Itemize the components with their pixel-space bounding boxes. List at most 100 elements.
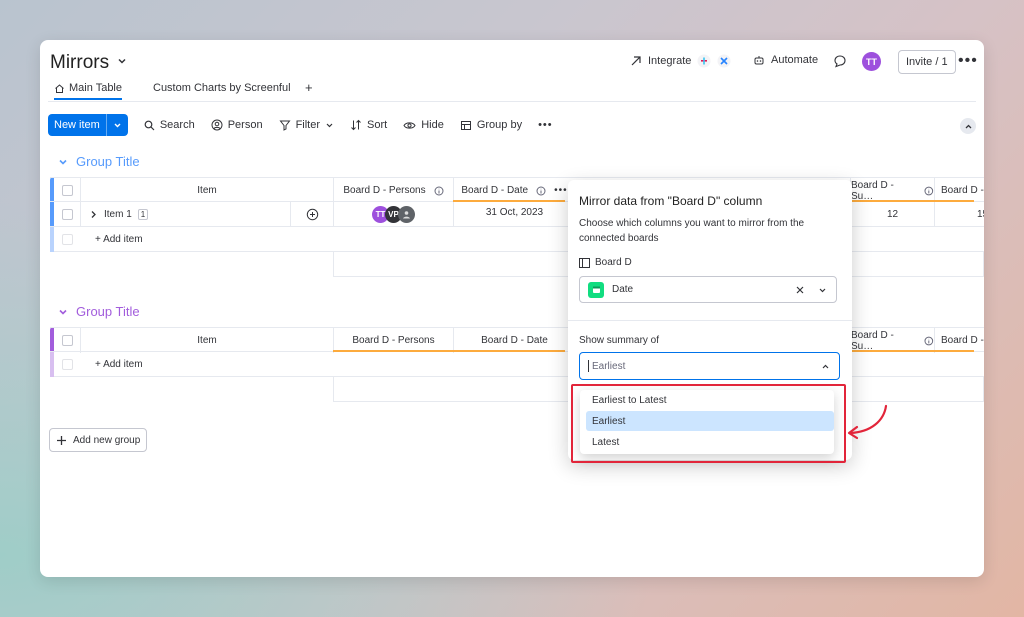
person-label: Person — [227, 119, 263, 131]
panel-divider — [568, 320, 852, 321]
person-avatar — [398, 206, 415, 223]
persons-cell[interactable]: TT VP — [333, 202, 453, 227]
tab-main-table[interactable]: Main Table — [54, 82, 122, 100]
date-cell[interactable]: 31 Oct, 2023 — [453, 202, 575, 227]
group-by-icon — [460, 120, 471, 130]
summary-label: Show summary of — [579, 335, 660, 346]
chevron-up-icon — [822, 364, 829, 369]
filter-icon — [279, 120, 291, 131]
sort-button[interactable]: Sort — [350, 119, 387, 131]
integrate-icon — [631, 56, 641, 66]
robot-icon — [754, 56, 764, 65]
column-header-label: Board D - Date — [461, 185, 529, 196]
search-button[interactable]: Search — [144, 119, 195, 131]
add-comment-icon — [306, 208, 318, 221]
row-checkbox[interactable] — [54, 202, 80, 227]
sort-icon — [351, 119, 361, 131]
filter-label: Filter — [295, 119, 321, 131]
board-name: Board D — [595, 257, 632, 268]
add-item-label[interactable]: + Add item — [80, 227, 333, 252]
text-cursor — [588, 360, 589, 372]
sum-cell[interactable]: 12 — [850, 202, 934, 227]
column-header-item[interactable]: Item — [80, 328, 333, 353]
hide-label: Hide — [421, 119, 444, 131]
add-update-button[interactable] — [290, 202, 333, 227]
jira-icon — [717, 54, 731, 68]
date-column-icon — [588, 281, 604, 298]
info-icon — [924, 186, 934, 195]
chat-icon[interactable] — [833, 54, 847, 68]
column-header-label: Board D - Persons — [343, 185, 426, 196]
new-item-dropdown-icon[interactable] — [105, 114, 128, 136]
chevron-down-icon — [59, 309, 67, 315]
chevron-down-icon[interactable] — [116, 55, 128, 67]
collapse-header-button[interactable] — [960, 118, 976, 134]
app-window: Mirrors Integrate Automate TT Invite / 1… — [40, 40, 984, 577]
close-icon[interactable] — [796, 286, 804, 294]
column-header-persons[interactable]: Board D - Persons — [333, 178, 453, 203]
integrate-button[interactable]: Integrate — [630, 54, 731, 68]
person-icon — [211, 119, 223, 131]
item-name-cell[interactable]: Item 1 1 — [80, 202, 290, 227]
search-label: Search — [159, 119, 195, 131]
info-icon — [434, 186, 444, 195]
chevron-right-icon[interactable] — [89, 210, 98, 219]
extra-cell[interactable]: 15 — [934, 202, 984, 227]
hide-button[interactable]: Hide — [403, 119, 444, 131]
tab-label: Custom Charts by Screenful — [153, 82, 291, 94]
chevron-down-icon[interactable] — [818, 286, 827, 295]
date-column-marker — [453, 200, 565, 202]
group-by-button[interactable]: Group by — [460, 119, 522, 131]
group-header[interactable]: Group Title — [58, 154, 140, 169]
column-select[interactable]: Date — [579, 276, 837, 303]
column-menu-icon[interactable]: ••• — [554, 185, 568, 196]
tab-label: Main Table — [69, 82, 122, 94]
group-by-label: Group by — [476, 119, 523, 131]
highlight-box — [571, 384, 846, 463]
add-new-group-button[interactable]: Add new group — [49, 428, 148, 452]
annotation-arrow-icon — [847, 404, 888, 440]
tab-custom-charts[interactable]: Custom Charts by Screenful — [153, 82, 291, 98]
eye-icon — [403, 121, 416, 129]
sum-column-marker — [850, 200, 974, 202]
summary-select[interactable]: Earliest — [579, 352, 840, 380]
invite-button[interactable]: Invite / 1 — [898, 50, 956, 74]
chevron-down-icon — [59, 159, 67, 165]
group-header[interactable]: Group Title — [58, 304, 140, 319]
automate-button[interactable]: Automate — [753, 54, 818, 66]
sort-label: Sort — [367, 119, 388, 131]
select-all-checkbox[interactable] — [54, 178, 80, 203]
user-avatar[interactable]: TT — [862, 52, 881, 71]
more-options-icon[interactable]: ••• — [958, 52, 978, 70]
automate-label: Automate — [771, 54, 819, 66]
board-title[interactable]: Mirrors — [50, 52, 109, 74]
slack-icon — [697, 54, 711, 68]
filter-button[interactable]: Filter — [279, 119, 334, 131]
row-checkbox — [54, 352, 80, 377]
board-toolbar: New item Search Person Filter Sort Hide — [48, 114, 553, 136]
column-header-label: Board D - Su… — [851, 179, 894, 202]
selected-column-label: Date — [612, 284, 634, 295]
select-all-checkbox[interactable] — [54, 328, 80, 353]
search-icon — [144, 120, 155, 130]
person-filter-button[interactable]: Person — [211, 119, 263, 131]
group-title: Group Title — [76, 154, 140, 169]
chevron-down-icon — [326, 123, 333, 127]
add-new-group-label: Add new group — [73, 434, 141, 446]
new-item-button[interactable]: New item — [48, 114, 128, 136]
panel-title: Mirror data from "Board D" column — [579, 194, 763, 208]
person-icon — [403, 211, 410, 219]
column-header-item[interactable]: Item — [80, 178, 333, 203]
more-toolbar-icon[interactable]: ••• — [538, 119, 553, 131]
add-view-button[interactable]: + — [305, 80, 313, 99]
info-icon — [924, 336, 934, 345]
item-name: Item 1 — [104, 209, 132, 220]
board-label: Board D — [579, 257, 632, 268]
add-item-label[interactable]: + Add item — [80, 352, 333, 377]
home-icon — [55, 83, 64, 93]
plus-icon — [57, 435, 66, 445]
summary-selected-value: Earliest — [592, 360, 626, 372]
panel-description: Choose which columns you want to mirror … — [579, 218, 805, 244]
subitem-count-badge: 1 — [137, 209, 149, 220]
info-icon — [536, 186, 546, 195]
